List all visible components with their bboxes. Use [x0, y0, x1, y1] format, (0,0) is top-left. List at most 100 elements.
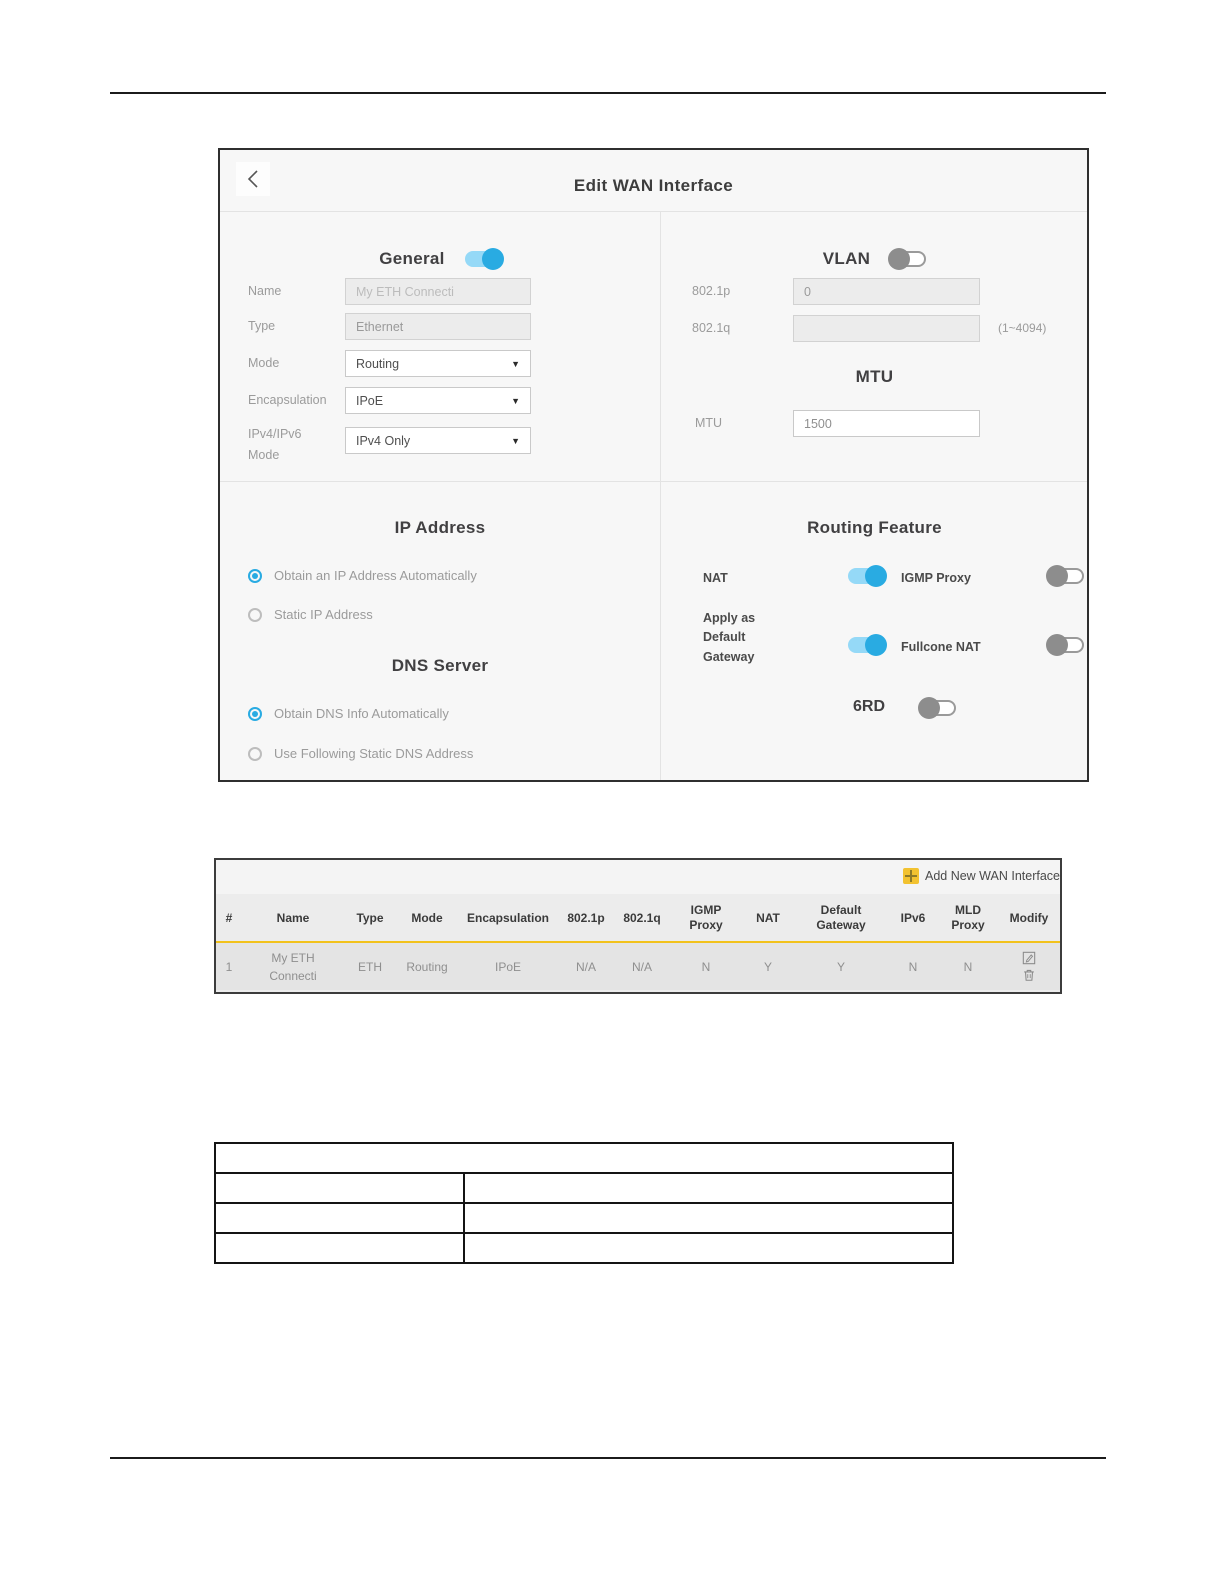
ip-address-heading-row: IP Address — [220, 515, 660, 541]
cell-modify — [998, 951, 1060, 982]
fullcone-nat-label: Fullcone NAT — [901, 640, 981, 654]
cell-8021q: N/A — [631, 959, 652, 974]
routing-feature-heading: Routing Feature — [807, 518, 942, 537]
dialog-header: Edit WAN Interface — [220, 150, 1087, 212]
col-header-ipv6: IPv6 — [900, 910, 926, 925]
dns-auto-radio[interactable] — [248, 706, 262, 721]
mode-select[interactable]: Routing ▼ — [345, 350, 531, 377]
mtu-heading: MTU — [855, 367, 894, 386]
col-header-8021q: 802.1q — [623, 910, 661, 925]
col-header-igmp-proxy: IGMP Proxy — [689, 902, 723, 932]
cell-default-gateway: Y — [836, 959, 845, 974]
ip-mode-select-value: IPv4 Only — [356, 433, 411, 448]
mtu-heading-row: MTU — [660, 364, 1089, 390]
caption-table-header-row — [216, 1144, 952, 1172]
trash-icon[interactable] — [1022, 968, 1036, 982]
cell-8021p: N/A — [575, 959, 596, 974]
add-row: Add New WAN Interface — [216, 860, 1060, 894]
mtu-label: MTU — [695, 416, 723, 430]
dns-auto-radio-row[interactable]: Obtain DNS Info Automatically — [248, 706, 449, 721]
cell-igmp-proxy: N — [701, 959, 711, 974]
routing-feature-heading-row: Routing Feature — [660, 515, 1089, 541]
general-heading-row: General — [220, 246, 660, 272]
add-new-wan-interface-label: Add New WAN Interface — [924, 869, 1060, 883]
dns-static-radio[interactable] — [248, 746, 262, 761]
igmp-proxy-toggle[interactable] — [1046, 565, 1084, 587]
table-row: 1 My ETH Connecti ETH Routing IPoE N/A N… — [216, 943, 1060, 990]
col-header-default-gateway: Default Gateway — [816, 902, 866, 932]
add-new-wan-interface-button[interactable]: Add New WAN Interface — [902, 868, 1060, 884]
ip-mode-label: IPv4/IPv6 Mode — [248, 427, 302, 463]
col-header-num: # — [225, 910, 233, 925]
ip-auto-radio-label: Obtain an IP Address Automatically — [274, 568, 477, 583]
cell-num: 1 — [225, 959, 233, 974]
nat-toggle[interactable] — [848, 565, 887, 587]
type-field: Ethernet — [345, 313, 531, 340]
ip-static-radio-row[interactable]: Static IP Address — [248, 607, 373, 622]
cell-type: ETH — [358, 959, 382, 974]
encapsulation-label: Encapsulation — [248, 393, 327, 407]
dot1q-field — [793, 315, 980, 342]
edit-icon[interactable] — [1022, 951, 1036, 965]
caption-table-row — [216, 1202, 952, 1232]
ip-auto-radio[interactable] — [248, 568, 262, 583]
sixrd-toggle[interactable] — [918, 697, 956, 719]
type-label: Type — [248, 319, 276, 333]
caption-table-row — [216, 1232, 952, 1262]
mtu-input[interactable]: 1500 — [793, 410, 980, 437]
vertical-divider — [660, 212, 661, 780]
dot1p-field: 0 — [793, 278, 980, 305]
caret-down-icon: ▼ — [511, 358, 520, 369]
cell-mode: Routing — [406, 959, 448, 974]
caret-down-icon: ▼ — [511, 435, 520, 446]
page-footer-rule — [110, 1457, 1106, 1459]
nat-label: NAT — [703, 571, 728, 585]
cell-name: My ETH Connecti — [269, 950, 317, 983]
dns-static-radio-row[interactable]: Use Following Static DNS Address — [248, 746, 473, 761]
mode-select-value: Routing — [356, 356, 400, 371]
default-gateway-toggle[interactable] — [848, 634, 887, 656]
encapsulation-select-value: IPoE — [356, 393, 384, 408]
ip-auto-radio-row[interactable]: Obtain an IP Address Automatically — [248, 568, 477, 583]
dialog-title: Edit WAN Interface — [573, 176, 734, 195]
vlan-toggle[interactable] — [888, 248, 927, 270]
plus-icon — [902, 868, 919, 884]
general-toggle[interactable] — [464, 248, 504, 270]
caret-down-icon: ▼ — [511, 395, 520, 406]
edit-wan-interface-dialog: Edit WAN Interface General Name My ETH C… — [218, 148, 1089, 782]
cell-mld-proxy: N — [963, 959, 973, 974]
table-header-row: # Name Type Mode Encapsulation 802.1p 80… — [216, 894, 1060, 943]
fullcone-nat-toggle[interactable] — [1046, 634, 1084, 656]
wan-interfaces-table: Add New WAN Interface # Name Type Mode E… — [214, 858, 1062, 994]
name-label: Name — [248, 284, 282, 298]
col-header-nat: NAT — [756, 910, 780, 925]
encapsulation-select[interactable]: IPoE ▼ — [345, 387, 531, 414]
mode-label: Mode — [248, 356, 280, 370]
col-header-name: Name — [276, 910, 310, 925]
col-header-encapsulation: Encapsulation — [466, 910, 549, 925]
dot1p-label: 802.1p — [692, 284, 731, 298]
cell-ipv6: N — [908, 959, 918, 974]
dns-server-heading-row: DNS Server — [220, 653, 660, 679]
ip-static-radio[interactable] — [248, 607, 262, 622]
ip-mode-select[interactable]: IPv4 Only ▼ — [345, 427, 531, 454]
page-header-rule — [110, 92, 1106, 94]
name-field: My ETH Connecti — [345, 278, 531, 305]
col-header-8021p: 802.1p — [567, 910, 605, 925]
dot1q-label: 802.1q — [692, 321, 731, 335]
col-header-mode: Mode — [411, 910, 443, 925]
sixrd-label: 6RD — [853, 698, 886, 715]
horizontal-divider — [220, 481, 1087, 482]
col-header-modify: Modify — [1009, 910, 1049, 925]
dot1q-range-hint: (1~4094) — [998, 321, 1047, 335]
caption-table-row — [216, 1172, 952, 1202]
general-heading: General — [379, 249, 445, 268]
default-gateway-label: Apply as Default Gateway — [703, 611, 756, 664]
ip-address-heading: IP Address — [394, 518, 486, 537]
dns-static-radio-label: Use Following Static DNS Address — [274, 746, 474, 761]
cell-nat: Y — [763, 959, 772, 974]
col-header-mld-proxy: MLD Proxy — [951, 902, 985, 932]
igmp-proxy-label: IGMP Proxy — [901, 571, 971, 585]
dns-server-heading: DNS Server — [391, 656, 489, 675]
vlan-heading-row: VLAN — [660, 246, 1089, 272]
